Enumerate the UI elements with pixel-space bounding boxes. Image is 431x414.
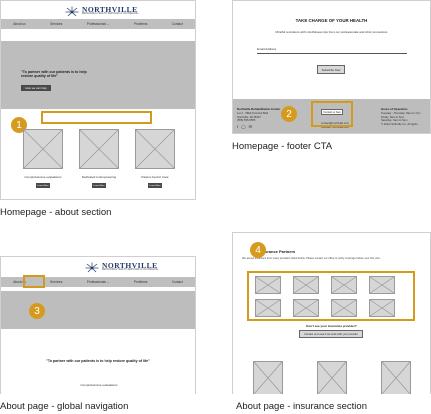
nav-item-services[interactable]: Services	[50, 280, 62, 284]
insurance-logo-placeholder	[369, 276, 395, 294]
about-quote: "To partner with our patients is to help…	[46, 359, 150, 363]
insurance-logo-placeholder	[369, 299, 395, 317]
mail-icon[interactable]: ✉	[249, 124, 252, 129]
caption-homepage-footer: Homepage - footer CTA	[232, 141, 333, 152]
image-placeholder	[23, 129, 63, 169]
nav-item-professionals[interactable]: Professionals ⌄	[87, 280, 110, 284]
learn-more-button[interactable]: Learn More	[148, 183, 162, 188]
nav-item-about[interactable]: About us	[13, 22, 26, 26]
panel-homepage-about: NORTHVILLE BEHAVIORAL HEALTH SERVICES & …	[0, 0, 196, 200]
facebook-icon[interactable]: f	[237, 124, 238, 129]
brand-logo[interactable]: NORTHVILLE BEHAVIORAL HEALTH SERVICES & …	[65, 5, 138, 17]
subscribe-button[interactable]: Subscribe Now	[317, 65, 345, 74]
footer-hours-line: Saturday: 9am to 5pm	[381, 119, 408, 123]
panel-homepage-footer: TAKE CHARGE OF YOUR HEALTH Mindful remin…	[232, 0, 431, 134]
learn-more-button[interactable]: Learn More	[36, 183, 50, 188]
step-badge-2: 2	[281, 106, 297, 122]
insurance-logo-placeholder	[331, 276, 357, 294]
insurance-logo-placeholder	[293, 299, 319, 317]
brand-tagline: BEHAVIORAL HEALTH SERVICES & COUNSELING	[102, 268, 159, 272]
footer-address-line: Lot 2 - 5862 Terminal Blvd	[237, 111, 269, 115]
nav-item-services[interactable]: Services	[50, 22, 62, 26]
image-placeholder	[381, 361, 411, 394]
section-label: Comprehensive evaluations	[80, 383, 118, 387]
insurance-logo-placeholder	[331, 299, 357, 317]
nav-item-professionals-label: Professionals	[86, 280, 106, 284]
hero-banner: "To partner with our patients is to help…	[1, 41, 195, 109]
brand-tagline: BEHAVIORAL HEALTH SERVICES & COUNSELING	[82, 12, 139, 16]
highlight-global-nav	[23, 275, 45, 288]
card-label: Dedicated to Empowering	[81, 175, 117, 179]
card-label: Patient-Centric Care	[141, 175, 169, 179]
logo-mark-icon	[85, 261, 99, 273]
caption-homepage-about: Homepage - about section	[0, 207, 112, 218]
nav-item-professionals-label: Professionals	[86, 22, 106, 26]
logo-mark-icon	[65, 5, 79, 17]
footer-hours-line: Tuesday - Thursday: 8am to 7pm	[381, 111, 421, 115]
footer-social: f ◯ ✉	[237, 124, 252, 129]
highlight-footer-cta	[311, 101, 353, 127]
caption-about-navigation: About page - global navigation	[0, 401, 129, 412]
learn-more-button[interactable]: Learn More	[92, 183, 106, 188]
insurance-logo-placeholder	[293, 276, 319, 294]
insurance-logo-placeholder	[255, 299, 281, 317]
how-we-can-help-button[interactable]: How we can help	[21, 85, 51, 91]
global-nav: About us Services Professionals ⌄ Proble…	[1, 19, 195, 29]
step-badge-3: 3	[29, 303, 45, 319]
hero-quote: "To partner with our patients is to help…	[21, 70, 87, 79]
footer-address-line: (555) 555-5555	[237, 119, 256, 123]
nav-item-problems[interactable]: Problems	[134, 280, 147, 284]
nav-item-contact[interactable]: Contact	[172, 22, 183, 26]
footer-hours-title: Hours of Operation	[381, 107, 408, 111]
nav-item-contact[interactable]: Contact	[172, 280, 183, 284]
image-placeholder	[79, 129, 119, 169]
caption-about-insurance: About page - insurance section	[236, 401, 367, 412]
brand-logo[interactable]: NORTHVILLE BEHAVIORAL HEALTH SERVICES & …	[85, 261, 158, 273]
panel-about-navigation: NORTHVILLE BEHAVIORAL HEALTH SERVICES & …	[0, 256, 196, 394]
nav-item-professionals[interactable]: Professionals ⌄	[87, 22, 110, 26]
panel-about-insurance: Insurance Partners We accept insurance f…	[232, 232, 431, 394]
insurance-logo-placeholder	[255, 276, 281, 294]
cta-title: TAKE CHARGE OF YOUR HEALTH	[295, 18, 368, 23]
cta-subtitle: Mindful reminders with mindfulness tips …	[275, 30, 388, 34]
image-placeholder	[253, 361, 283, 394]
insurance-intro: We accept insurance from many providers …	[242, 257, 381, 260]
email-input[interactable]	[257, 52, 407, 54]
footer-hours: Hours of Operation Tuesday - Thursday: 8…	[381, 107, 430, 126]
highlight-about-section	[41, 111, 152, 124]
chevron-down-icon: ⌄	[106, 22, 110, 26]
image-placeholder	[317, 361, 347, 394]
footer-copyright: © 2024 Northville Inc. All rights	[381, 122, 418, 126]
step-badge-4: 4	[250, 242, 266, 258]
contact-insurance-button[interactable]: Contact us to see if we work with your p…	[299, 330, 363, 338]
image-placeholder	[135, 129, 175, 169]
footer-address: Northville Rehabilitation Center Lot 2 -…	[237, 107, 285, 123]
email-label: Email Address	[257, 47, 277, 51]
chevron-down-icon: ⌄	[106, 280, 110, 284]
nav-item-problems[interactable]: Problems	[134, 22, 147, 26]
insurance-question: Don't see your insurance provider?	[306, 324, 357, 328]
card-label: Comprehensive evaluations	[24, 175, 62, 179]
footer-address-title: Northville Rehabilitation Center	[237, 107, 281, 111]
instagram-icon[interactable]: ◯	[241, 124, 245, 129]
